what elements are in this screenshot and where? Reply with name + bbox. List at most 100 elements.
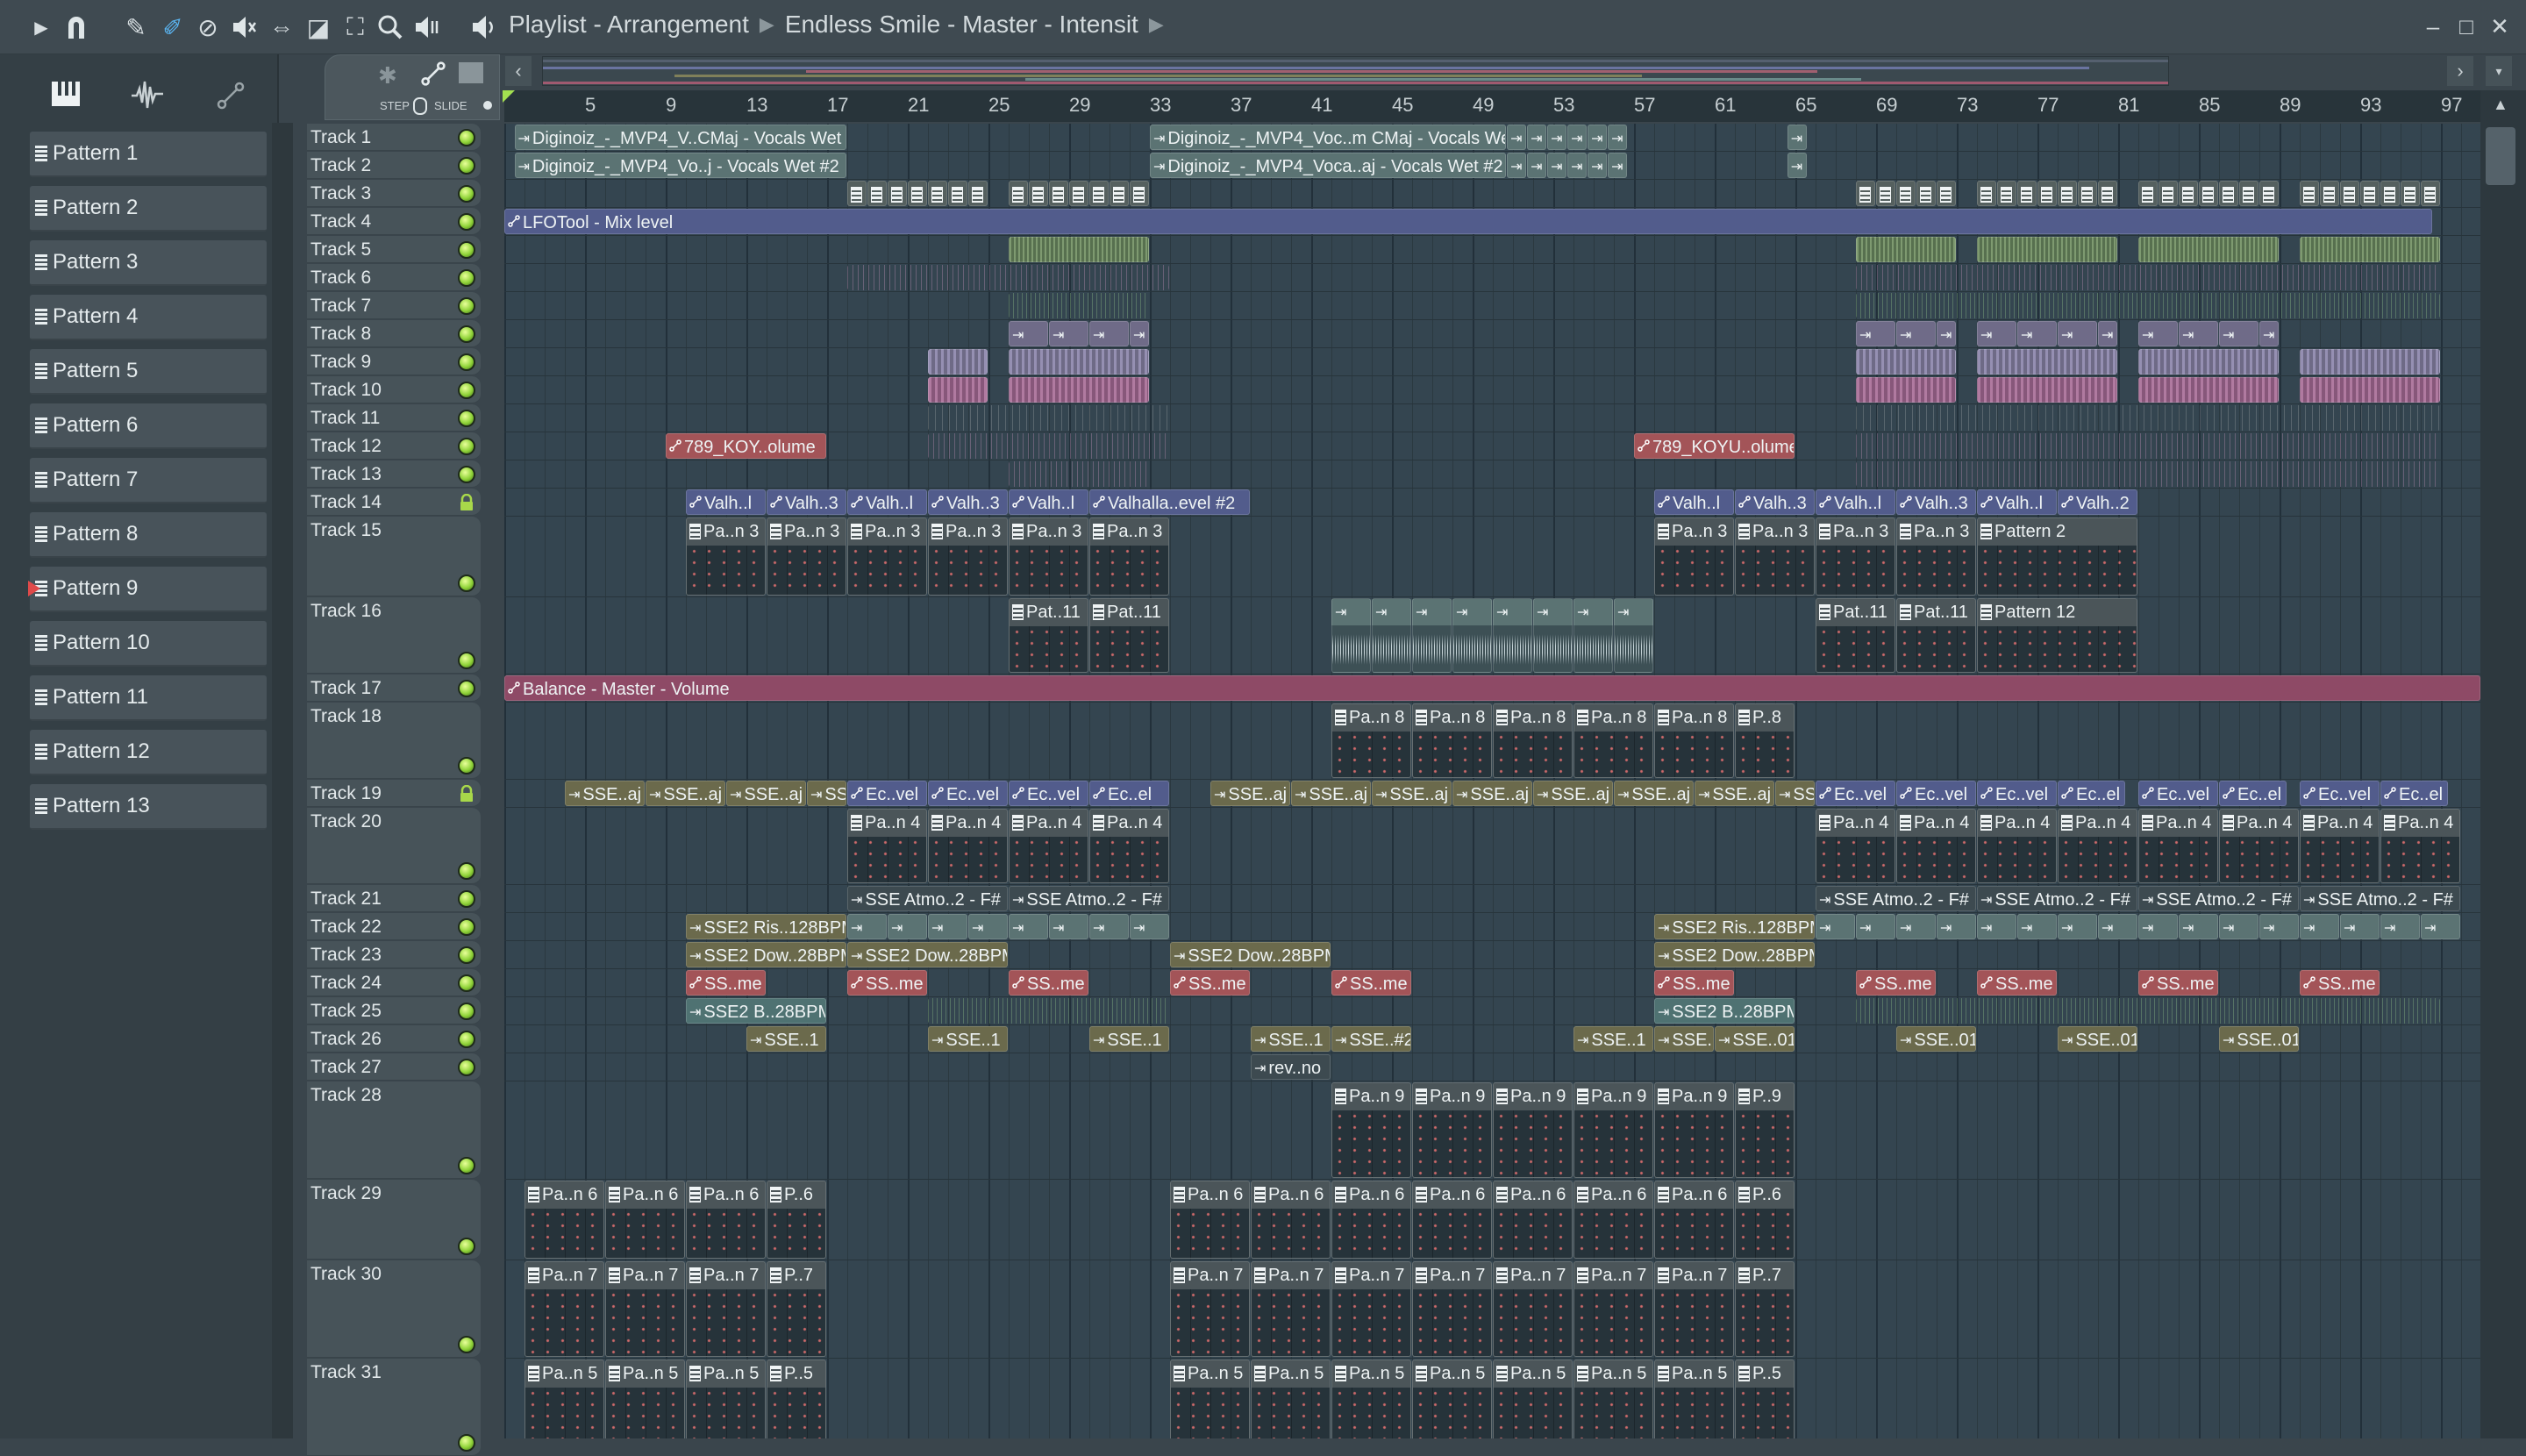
- playlist-clip[interactable]: ⇥: [1130, 914, 1169, 939]
- playlist-clip[interactable]: [2098, 181, 2117, 206]
- playlist-clip[interactable]: Pa..n 9: [1654, 1082, 1734, 1178]
- playlist-clip[interactable]: ⇥: [1787, 125, 1807, 150]
- playlist-clip[interactable]: ⇥ SSE Atmo..2 - F#: [1009, 886, 1169, 911]
- playlist-clip[interactable]: LFOTool - Mix level: [504, 209, 2432, 234]
- playlist-clip[interactable]: Balance - Master - Volume: [504, 675, 2480, 701]
- playlist-clip[interactable]: [2037, 181, 2057, 206]
- playlist-clip[interactable]: ⇥: [1507, 153, 1527, 178]
- audio-wave-icon[interactable]: [125, 81, 169, 125]
- playlist-clip[interactable]: Pa..n 3: [1654, 517, 1734, 596]
- playlist-clip[interactable]: Pa..n 6: [1251, 1181, 1331, 1259]
- playlist-clip[interactable]: [847, 181, 867, 206]
- playlist-clip[interactable]: [948, 181, 967, 206]
- minimize-button[interactable]: –: [2419, 12, 2447, 40]
- playlist-clip[interactable]: Pa..n 4: [1977, 809, 2057, 883]
- playlist-clip[interactable]: [1856, 237, 1956, 262]
- track-lane[interactable]: [504, 151, 2480, 152]
- playlist-clip[interactable]: [928, 405, 1169, 431]
- playlist-clip[interactable]: [1089, 181, 1109, 206]
- playlist-clip[interactable]: Pa..n 7: [1251, 1261, 1331, 1357]
- playlist-clip[interactable]: [2401, 181, 2420, 206]
- playlist-clip[interactable]: [1977, 349, 2117, 375]
- playlist-clip[interactable]: ⇥ SSE..aj: [1614, 781, 1694, 806]
- playlist-clip[interactable]: ⇥: [1588, 153, 1608, 178]
- track-header[interactable]: Track 4: [307, 208, 481, 235]
- playlist-clip[interactable]: ⇥: [2017, 321, 2057, 346]
- playlist-clip[interactable]: ⇥: [2300, 914, 2339, 939]
- playlist-clip[interactable]: [1130, 181, 1149, 206]
- playlist-clip[interactable]: Ec..vel: [2300, 781, 2380, 806]
- scroll-left-button[interactable]: ‹: [505, 56, 532, 86]
- playlist-clip[interactable]: SS..me: [1009, 970, 1088, 996]
- track-lane[interactable]: [504, 779, 2480, 780]
- track-header[interactable]: Track 18: [307, 703, 481, 779]
- track-header[interactable]: Track 20: [307, 808, 481, 884]
- playlist-clip[interactable]: [2179, 181, 2198, 206]
- track-lane[interactable]: [504, 319, 2480, 320]
- track-lane[interactable]: [504, 263, 2480, 264]
- playlist-clip[interactable]: [1856, 349, 1956, 375]
- track-enable-led[interactable]: [458, 757, 475, 774]
- track-lane[interactable]: [504, 235, 2480, 236]
- playlist-clip[interactable]: ⇥: [1856, 321, 1895, 346]
- playlist-clip[interactable]: ⇥ SSE2 Dow..28BPM: [847, 942, 1008, 967]
- playlist-clip[interactable]: [928, 377, 988, 403]
- playlist-clip[interactable]: ⇥ SSE Atmo..2 - F#: [1816, 886, 1976, 911]
- playlist-clip[interactable]: Ec..vel: [847, 781, 927, 806]
- playlist-clip[interactable]: P..7: [767, 1261, 826, 1357]
- playlist-clip[interactable]: ⇥ SSE..01: [1715, 1026, 1795, 1052]
- track-enable-led[interactable]: [458, 862, 475, 880]
- playlist-clip[interactable]: ⇥ SSE..1: [1089, 1026, 1169, 1052]
- playlist-clip[interactable]: Pa..n 9: [1331, 1082, 1411, 1178]
- playlist-clip[interactable]: [1009, 377, 1149, 403]
- playlist-clip[interactable]: Ec..el: [2380, 781, 2449, 806]
- track-enable-led[interactable]: [458, 652, 475, 669]
- playlist-clip[interactable]: Pa..n 7: [1412, 1261, 1492, 1357]
- playlist-clip[interactable]: Pa..n 6: [686, 1181, 766, 1259]
- pattern-item[interactable]: Pattern 13: [30, 784, 267, 830]
- playlist-clip[interactable]: Pa..n 4: [2219, 809, 2299, 883]
- playlist-clip[interactable]: [2300, 349, 2440, 375]
- playlist-clip[interactable]: [1896, 181, 1916, 206]
- delete-tool-icon[interactable]: ⊘: [193, 12, 223, 42]
- playlist-clip[interactable]: ⇥: [968, 914, 1008, 939]
- track-enable-led[interactable]: [458, 680, 475, 697]
- playlist-clip[interactable]: [1009, 293, 1149, 318]
- playlist-clip[interactable]: Pa..n 7: [605, 1261, 685, 1357]
- playlist-clip[interactable]: Pa..n 3: [1089, 517, 1169, 596]
- playlist-clip[interactable]: ⇥: [2421, 914, 2460, 939]
- playlist-clip[interactable]: ⇥: [888, 914, 927, 939]
- track-enable-led[interactable]: [458, 575, 475, 592]
- playlist-clip[interactable]: ⇥ SSE2 B..28BPM: [1654, 998, 1795, 1024]
- playlist-clip[interactable]: ⇥ SSE..aj: [1452, 781, 1532, 806]
- playlist-clip[interactable]: [1009, 461, 1149, 487]
- track-header[interactable]: Track 13: [307, 460, 481, 488]
- playlist-clip[interactable]: [2078, 181, 2097, 206]
- playlist-clip[interactable]: [867, 181, 887, 206]
- track-header[interactable]: Track 15: [307, 517, 481, 596]
- track-enable-led[interactable]: [458, 438, 475, 455]
- playlist-clip[interactable]: [1856, 461, 2440, 487]
- select-tool-icon[interactable]: ⛶: [340, 12, 370, 42]
- playlist-clip[interactable]: [928, 349, 988, 375]
- playlist-clip[interactable]: Pa..n 5: [1412, 1360, 1492, 1438]
- track-header[interactable]: Track 23: [307, 941, 481, 968]
- track-lane[interactable]: [504, 347, 2480, 348]
- playlist-clip[interactable]: ⇥ Diginoiz_-_MVP4_Voca..aj - Vocals Wet #…: [1150, 153, 1507, 178]
- paint-brush-icon[interactable]: ✐: [158, 12, 188, 42]
- track-header[interactable]: Track 31: [307, 1359, 481, 1456]
- pattern-item[interactable]: Pattern 9: [28, 567, 267, 612]
- playlist-clip[interactable]: Pa..n 4: [2300, 809, 2380, 883]
- playlist-clip[interactable]: Valhalla..evel #2: [1089, 489, 1250, 515]
- playlist-clip[interactable]: [1937, 181, 1956, 206]
- playlist-clip[interactable]: ⇥ SSE2 Ris..128BPM: [686, 914, 846, 939]
- track-enable-led[interactable]: [458, 410, 475, 427]
- playlist-clip[interactable]: Pa..n 3: [1816, 517, 1895, 596]
- playlist-clip[interactable]: ⇥ Diginoiz_-_MVP4_Vo..j - Vocals Wet #2: [514, 153, 846, 178]
- track-header[interactable]: Track 21: [307, 885, 481, 912]
- playlist-clip[interactable]: Pa..n 4: [847, 809, 927, 883]
- playlist-clip[interactable]: ⇥ rev..no: [1251, 1054, 1331, 1080]
- pattern-item[interactable]: Pattern 7: [30, 458, 267, 503]
- playlist-clip[interactable]: Pa..n 4: [1089, 809, 1169, 883]
- playlist-clip[interactable]: Pa..n 6: [1170, 1181, 1250, 1259]
